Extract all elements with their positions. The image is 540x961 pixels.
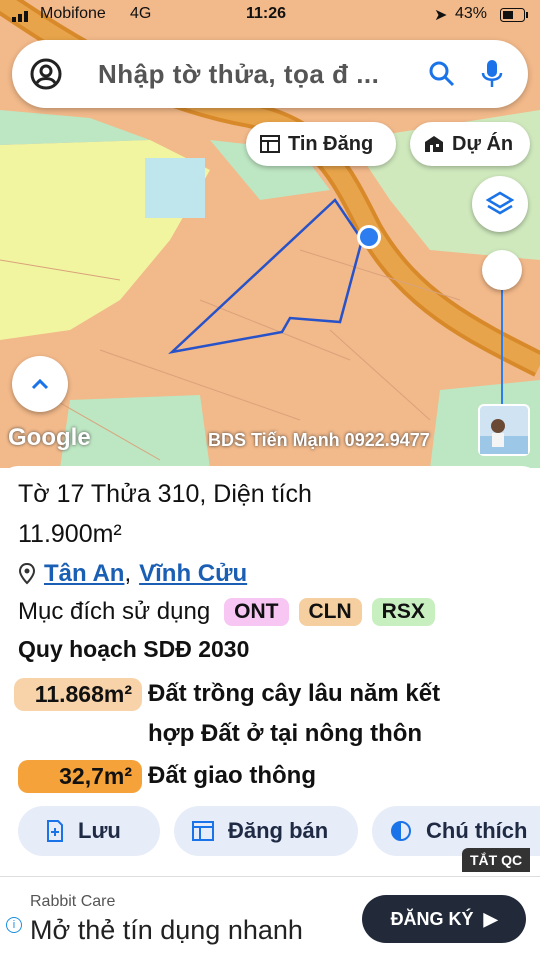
news-chip[interactable]: Tin Đăng [246,122,396,166]
listing-icon [260,135,280,153]
play-arrow-icon: ▶ [483,908,498,929]
avatar[interactable] [478,404,530,456]
parcel-location: Tân An , Vĩnh Cửu [18,560,247,588]
ad-info-icon[interactable]: i [6,917,22,933]
battery-label: 43% [455,5,488,22]
search-bar[interactable]: Nhập tờ thửa, tọa đ ... [12,40,528,108]
signal-icon [12,8,32,27]
ad-brand: Rabbit Care [30,893,116,910]
land-purpose-row: Mục đích sử dụng ONT CLN RSX [18,598,435,626]
save-button[interactable]: Lưu [18,806,160,856]
location-separator: , [124,560,132,587]
purpose-badge: CLN [298,598,362,626]
plan-area-desc: Đất giao thông [148,762,316,789]
ad-banner[interactable]: i Rabbit Care Mở thẻ tín dụng nhanh ĐĂNG… [0,876,540,961]
add-file-icon [47,820,63,842]
parcel-area: 11.900m² [18,520,122,548]
opacity-slider-handle[interactable] [482,250,522,290]
location-pin-icon [18,563,36,585]
microphone-icon[interactable] [480,58,504,95]
watermark: BDS Tiến Mạnh 0922.9477 [208,430,430,450]
half-circle-icon [391,821,411,841]
parcel-info-panel: Tờ 17 Thửa 310, Diện tích 11.900m² Tân A… [0,466,540,876]
account-icon[interactable] [30,58,62,95]
ad-text: Mở thẻ tín dụng nhanh [30,915,303,945]
plan-title: Quy hoạch SDĐ 2030 [18,636,250,662]
expand-button[interactable] [12,356,68,412]
layers-icon [486,191,514,215]
chevron-up-icon [31,378,49,390]
building-icon [425,136,443,152]
plan-area-desc: hợp Đất ở tại nông thôn [148,720,423,747]
purpose-label: Mục đích sử dụng [18,598,211,625]
carrier-label: Mobifone [40,5,106,22]
parcel-title: Tờ 17 Thửa 310, Diện tích [18,480,312,508]
plan-area-value: 11.868m² [14,678,142,711]
purpose-badge: RSX [371,598,435,626]
network-label: 4G [130,5,152,22]
layers-button[interactable] [472,176,528,232]
project-chip[interactable]: Dự Án [410,122,530,166]
plan-area-value: 32,7m² [18,760,142,793]
district-link[interactable]: Vĩnh Cửu [139,560,247,588]
project-chip-label: Dự Án [452,132,514,155]
listing-icon [192,821,214,841]
ward-link[interactable]: Tân An [44,560,124,588]
status-bar: Mobifone 4G 11:26 ➤ 43% [0,0,540,30]
battery-icon [500,8,530,27]
legend-button-label: Chú thích [426,818,528,843]
google-logo: Google [8,424,91,451]
post-sale-button-label: Đăng bán [228,818,329,843]
search-icon[interactable] [428,60,456,93]
save-button-label: Lưu [78,818,121,843]
ad-signup-button[interactable]: ĐĂNG KÝ ▶ [362,895,526,943]
hide-ads-button[interactable]: TẮT QC [462,848,531,872]
ad-signup-label: ĐĂNG KÝ [390,908,474,929]
search-input[interactable]: Nhập tờ thửa, tọa đ ... [98,59,379,90]
plan-area-desc: Đất trồng cây lâu năm kết [148,680,441,707]
clock: 11:26 [246,5,287,22]
news-chip-label: Tin Đăng [288,132,374,155]
location-arrow-icon: ➤ [434,7,448,24]
purpose-badge: ONT [224,598,289,626]
post-sale-button[interactable]: Đăng bán [174,806,358,856]
